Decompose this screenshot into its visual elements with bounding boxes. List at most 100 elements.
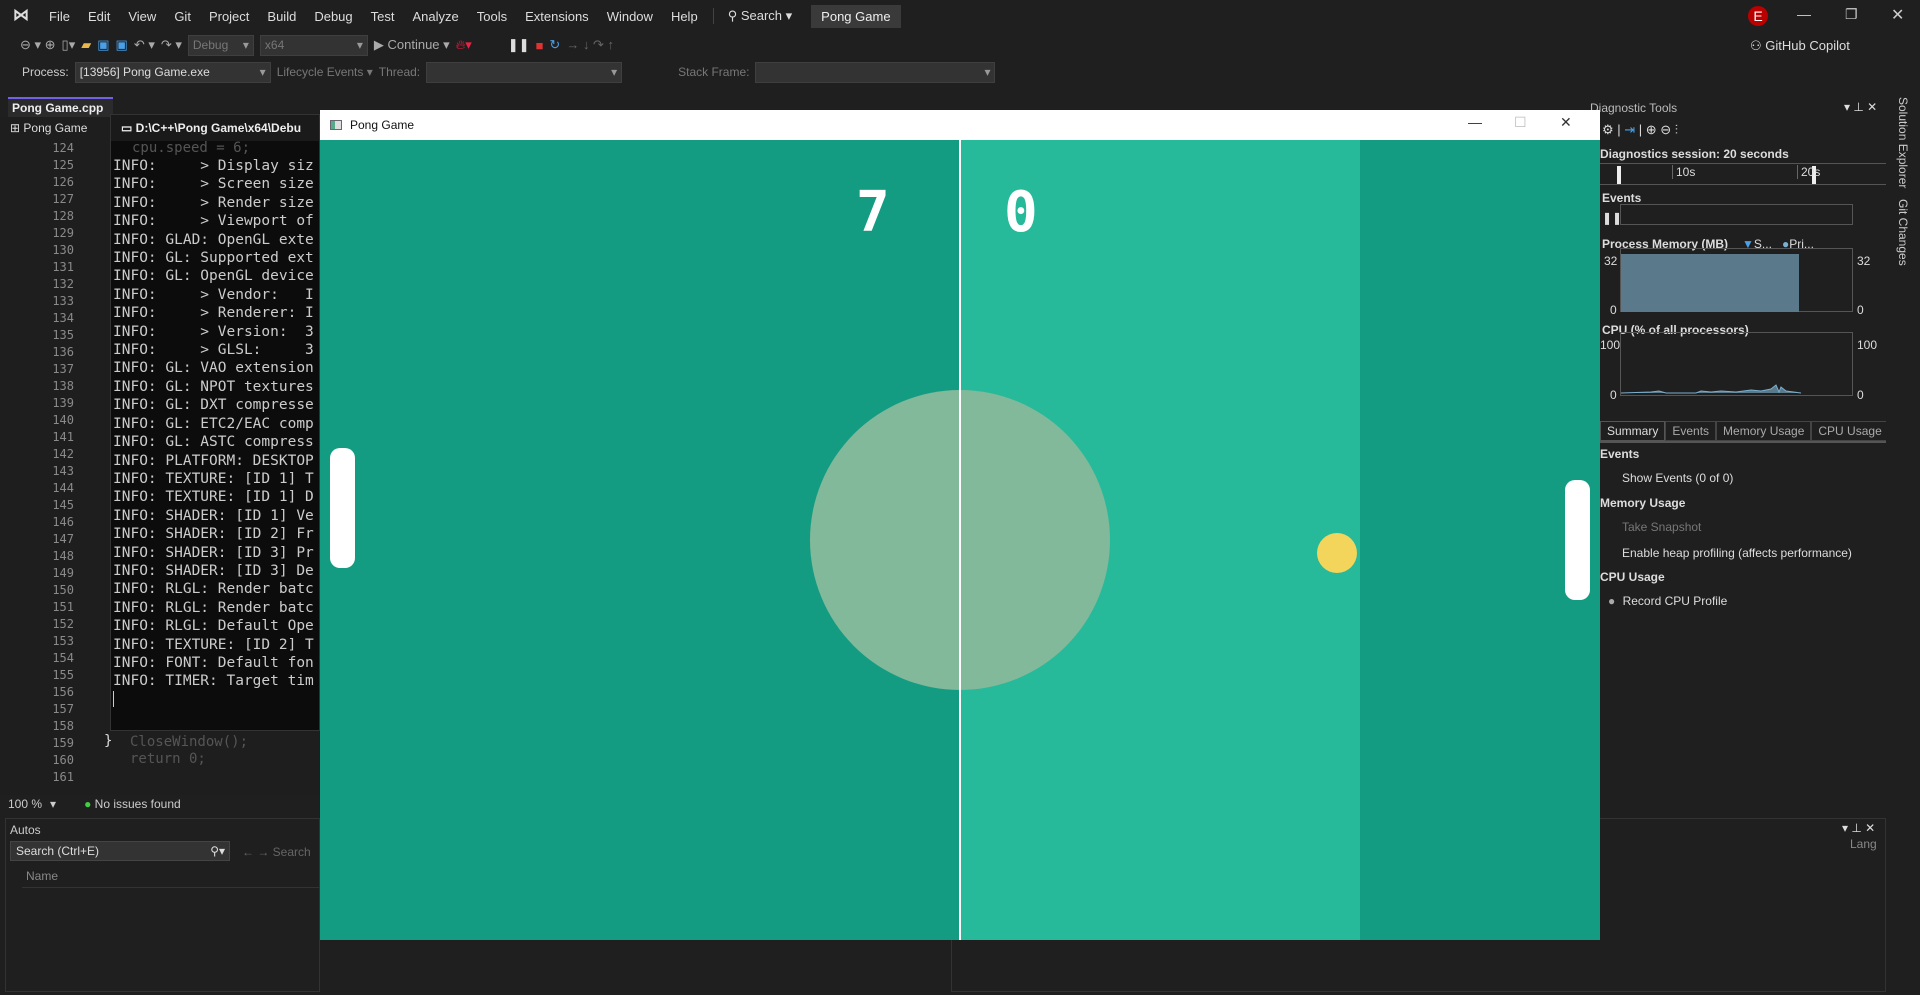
- stack-frame-select[interactable]: [755, 61, 996, 83]
- console-line: INFO: SHADER: [ID 3] De: [113, 562, 314, 579]
- open-folder-icon[interactable]: ▰: [81, 37, 91, 53]
- tab-git-changes[interactable]: Git Changes: [1896, 199, 1910, 266]
- menu-debug[interactable]: Debug: [305, 9, 361, 24]
- column-name[interactable]: Name: [22, 865, 319, 888]
- menu-extensions[interactable]: Extensions: [516, 9, 598, 24]
- panel-controls[interactable]: ▾ ⊥ ✕: [1842, 821, 1875, 835]
- menu-test[interactable]: Test: [362, 9, 404, 24]
- platform-select[interactable]: x64: [259, 34, 368, 56]
- back-icon[interactable]: ⊖ ▾ ⊕: [20, 37, 56, 53]
- issues-indicator[interactable]: ● No issues found: [84, 797, 181, 811]
- close-button[interactable]: ✕: [1891, 5, 1904, 25]
- game-canvas[interactable]: 7 0: [320, 140, 1600, 940]
- pong-maximize-button[interactable]: ☐: [1514, 114, 1527, 131]
- menu-build[interactable]: Build: [258, 9, 305, 24]
- step-icons[interactable]: → ↓ ↷ ↑: [566, 37, 614, 53]
- line-number: 129: [52, 226, 74, 240]
- autos-panel: Autos Search (Ctrl+E) ⚲▾ ← → Search Name: [5, 818, 320, 992]
- console-line: INFO: GL: Supported ext: [113, 250, 314, 267]
- cpu-section-header: CPU Usage: [1600, 570, 1665, 584]
- line-number: 155: [52, 668, 74, 682]
- menu-analyze[interactable]: Analyze: [403, 9, 467, 24]
- stop-icon[interactable]: ■: [536, 38, 544, 53]
- console-window[interactable]: ▭ D:\C++\Pong Game\x64\Debu INFO: > Disp…: [110, 114, 320, 731]
- line-number: 139: [52, 396, 74, 410]
- new-item-icon[interactable]: ▯▾: [62, 37, 76, 53]
- restart-icon[interactable]: ↻: [549, 37, 560, 53]
- hot-reload-icon[interactable]: 🔥︎▾: [456, 37, 472, 53]
- line-number: 137: [52, 362, 74, 376]
- enable-heap-profiling[interactable]: Enable heap profiling (affects performan…: [1622, 546, 1852, 560]
- visual-studio-logo-icon: ⋈: [13, 7, 29, 24]
- show-events-link[interactable]: Show Events (0 of 0): [1622, 471, 1733, 485]
- take-snapshot-button[interactable]: Take Snapshot: [1622, 520, 1701, 534]
- panel-controls[interactable]: ▾ ⊥ ✕: [1844, 100, 1877, 114]
- redo-icon[interactable]: ↷ ▾: [161, 37, 182, 53]
- menu-git[interactable]: Git: [165, 9, 200, 24]
- menu-tools[interactable]: Tools: [468, 9, 516, 24]
- github-copilot-button[interactable]: ⚇ GitHub Copilot: [1750, 38, 1850, 54]
- menu-file[interactable]: File: [40, 9, 79, 24]
- account-avatar[interactable]: E: [1748, 6, 1768, 26]
- line-number: 140: [52, 413, 74, 427]
- record-cpu-profile[interactable]: ● Record CPU Profile: [1608, 594, 1727, 608]
- pong-close-button[interactable]: ✕: [1560, 114, 1572, 131]
- timeline-start-handle[interactable]: [1617, 166, 1621, 184]
- console-line: INFO: TEXTURE: [ID 2] T: [113, 636, 314, 653]
- console-line: INFO: SHADER: [ID 1] Ve: [113, 507, 314, 524]
- tab-summary[interactable]: Summary: [1600, 421, 1666, 441]
- console-line: INFO: > Display siz: [113, 158, 314, 174]
- menu-view[interactable]: View: [119, 9, 165, 24]
- search-depth-nav[interactable]: ← → Search: [242, 845, 311, 859]
- line-number: 142: [52, 447, 74, 461]
- pong-minimize-button[interactable]: —: [1468, 114, 1482, 130]
- tab-memory-usage[interactable]: Memory Usage: [1716, 421, 1812, 441]
- save-all-icon[interactable]: ▣: [116, 37, 128, 53]
- line-number: 143: [52, 464, 74, 478]
- menu-project[interactable]: Project: [200, 9, 258, 24]
- console-line: INFO: GL: ASTC compress: [113, 434, 314, 451]
- column-language[interactable]: Lang: [1850, 837, 1877, 851]
- tab-events[interactable]: Events: [1665, 421, 1717, 441]
- console-line: INFO: GL: DXT compresse: [113, 397, 314, 414]
- process-select[interactable]: [13956] Pong Game.exe: [74, 61, 271, 83]
- zoom-select[interactable]: 100 %: [8, 797, 42, 811]
- menu-help[interactable]: Help: [662, 9, 707, 24]
- stack-frame-label: Stack Frame:: [678, 65, 750, 79]
- line-number: 126: [52, 175, 74, 189]
- line-number: 158: [52, 719, 74, 733]
- undo-icon[interactable]: ↶ ▾: [134, 37, 155, 53]
- console-line: INFO: TEXTURE: [ID 1] D: [113, 489, 314, 506]
- configuration-select[interactable]: Debug: [187, 34, 254, 56]
- autos-search-input[interactable]: Search (Ctrl+E) ⚲▾: [10, 841, 230, 861]
- console-cursor: [113, 690, 114, 707]
- pause-icon[interactable]: ❚❚: [508, 37, 530, 53]
- mem-axis-min: 0: [1610, 303, 1617, 317]
- save-icon[interactable]: ▣: [97, 37, 109, 53]
- search-button[interactable]: ⚲ Search ▾: [712, 8, 801, 24]
- restore-button[interactable]: ❐: [1845, 6, 1858, 23]
- thread-select[interactable]: [426, 61, 623, 83]
- diagnostic-tools-panel: Diagnostic Tools ▾ ⊥ ✕ ⚙ | ⇥ | ⊕ ⊖ ⫶ Dia…: [1582, 98, 1889, 818]
- continue-label: Continue: [387, 37, 440, 52]
- line-number: 147: [52, 532, 74, 546]
- minimize-button[interactable]: —: [1797, 6, 1811, 22]
- timeline-ruler[interactable]: 10s 20s: [1600, 163, 1886, 185]
- continue-button[interactable]: ▶ Continue ▾: [374, 37, 450, 53]
- chevron-down-icon: ▾: [50, 796, 57, 811]
- menu-edit[interactable]: Edit: [79, 9, 119, 24]
- cpu-axis-min-right: 0: [1857, 388, 1864, 402]
- pong-title-bar[interactable]: Pong Game — ☐ ✕: [320, 110, 1600, 140]
- tab-solution-explorer[interactable]: Solution Explorer: [1896, 97, 1910, 188]
- console-title-bar[interactable]: ▭ D:\C++\Pong Game\x64\Debu: [111, 115, 319, 141]
- diagnostics-tabs: Summary Events Memory Usage CPU Usage: [1600, 421, 1889, 443]
- diagnostics-toolbar[interactable]: ⚙ | ⇥ | ⊕ ⊖ ⫶: [1602, 122, 1678, 138]
- tab-pong-game-cpp[interactable]: Pong Game.cpp: [8, 97, 113, 117]
- lifecycle-events[interactable]: Lifecycle Events ▾: [277, 65, 373, 79]
- line-number: 148: [52, 549, 74, 563]
- tab-cpu-usage[interactable]: CPU Usage: [1811, 421, 1889, 441]
- tick-10s: 10s: [1672, 165, 1695, 179]
- pong-game-window[interactable]: Pong Game — ☐ ✕ 7 0: [320, 110, 1600, 940]
- cpu-axis-max-right: 100: [1857, 338, 1878, 352]
- menu-window[interactable]: Window: [598, 9, 662, 24]
